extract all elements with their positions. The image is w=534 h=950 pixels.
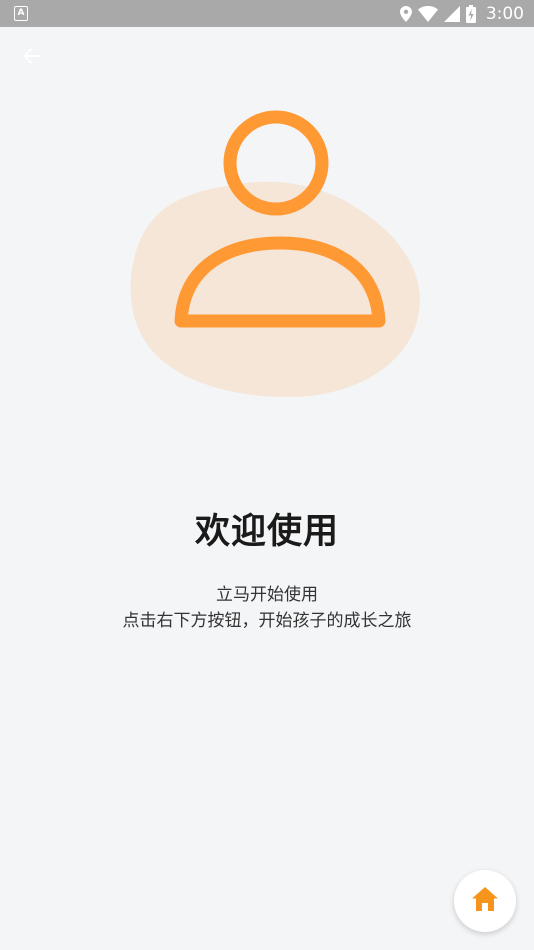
signal-icon	[443, 5, 460, 22]
status-bar: A 3:00	[0, 0, 534, 27]
home-fab-button[interactable]	[454, 870, 516, 932]
battery-charging-icon	[465, 4, 476, 23]
home-icon	[471, 886, 499, 916]
welcome-subtitle-line1: 立马开始使用	[216, 585, 318, 605]
welcome-title: 欢迎使用	[194, 512, 339, 552]
wifi-icon	[417, 5, 438, 22]
notification-icon: A	[14, 6, 28, 21]
arrow-left-icon	[22, 46, 42, 70]
back-button[interactable]	[14, 41, 50, 75]
status-time: 3:00	[485, 3, 524, 24]
user-illustration	[120, 100, 430, 410]
status-icons: 3:00	[399, 0, 524, 27]
welcome-subtitle-line2: 点击右下方按钮，开始孩子的成长之旅	[122, 611, 412, 631]
location-icon	[399, 5, 412, 22]
